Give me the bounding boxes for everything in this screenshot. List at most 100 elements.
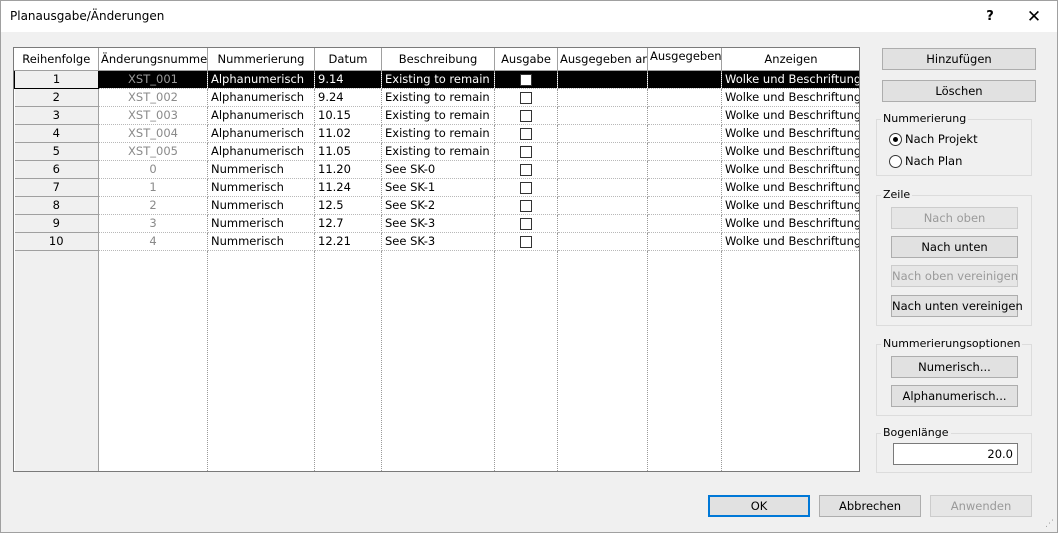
issued-checkbox[interactable] [520, 145, 532, 158]
numbering-cell[interactable]: Nummerisch [207, 178, 315, 197]
table-row[interactable]: 1 XST_001 Alphanumerisch 9.14 Existing to re… [14, 69, 859, 89]
row-header-cell[interactable]: 3 [14, 106, 99, 125]
col-header-ausgegeben-an[interactable]: Ausgegeben an [557, 48, 648, 71]
col-header-nummerierung[interactable]: Nummerierung [207, 48, 315, 71]
row-header-cell[interactable]: 10 [14, 232, 99, 251]
row-header-cell[interactable]: 9 [14, 214, 99, 233]
date-cell[interactable]: 11.24 [314, 178, 382, 197]
numbering-cell[interactable]: Alphanumerisch [207, 142, 315, 161]
issued-by-cell[interactable] [647, 124, 722, 143]
issued-checkbox-cell[interactable] [494, 124, 558, 143]
col-header-anzeigen[interactable]: Anzeigen [721, 48, 859, 71]
issued-to-cell[interactable] [557, 106, 648, 125]
issued-to-cell[interactable] [557, 178, 648, 197]
help-button[interactable]: ? [976, 6, 1004, 28]
merge-down-button[interactable]: Nach unten vereinigen [891, 295, 1023, 317]
issued-by-cell[interactable] [647, 214, 722, 233]
row-header-cell[interactable]: 6 [14, 160, 99, 179]
show-cell[interactable]: Wolke und Beschriftung [721, 214, 859, 233]
date-cell[interactable]: 11.05 [314, 142, 382, 161]
show-cell[interactable]: Wolke und Beschriftung [721, 178, 859, 197]
cancel-button[interactable]: Abbrechen [819, 495, 921, 517]
table-row[interactable]: 4 XST_004 Alphanumerisch 11.02 Existing to r… [14, 124, 859, 143]
merge-up-button[interactable]: Nach oben vereinigen [891, 265, 1018, 287]
col-header-aenderungsnummer[interactable]: Änderungsnummer [98, 48, 208, 71]
radio-by-project-indicator[interactable] [889, 132, 902, 146]
issued-by-cell[interactable] [647, 106, 722, 125]
col-header-beschreibung[interactable]: Beschreibung [381, 48, 495, 71]
revision-number-cell[interactable]: XST_003 [98, 106, 208, 125]
show-cell[interactable]: Wolke und Beschriftung [721, 196, 859, 215]
date-cell[interactable]: 12.5 [314, 196, 382, 215]
col-header-ausgegeben[interactable]: Ausgegeben [647, 48, 722, 71]
row-header-cell[interactable]: 2 [14, 88, 99, 107]
ok-button[interactable]: OK [708, 495, 810, 517]
move-down-button[interactable]: Nach unten [891, 236, 1018, 258]
issued-to-cell[interactable] [557, 214, 648, 233]
revision-number-cell[interactable]: XST_002 [98, 88, 208, 107]
col-header-datum[interactable]: Datum [314, 48, 382, 71]
issued-checkbox-cell[interactable] [494, 196, 558, 215]
numbering-cell[interactable]: Nummerisch [207, 160, 315, 179]
date-cell[interactable]: 10.15 [314, 106, 382, 125]
revision-number-cell[interactable]: XST_001 [98, 70, 208, 89]
table-row[interactable]: 6 0 Nummerisch 11.20 See SK-0 Wolke und Besch… [14, 160, 859, 179]
numbering-cell[interactable]: Alphanumerisch [207, 70, 315, 89]
row-header-cell[interactable]: 7 [14, 178, 99, 197]
issued-checkbox-cell[interactable] [494, 178, 558, 197]
issued-checkbox-cell[interactable] [494, 232, 558, 251]
issued-checkbox[interactable] [520, 181, 532, 194]
description-cell[interactable]: Existing to remain [381, 142, 495, 161]
arc-length-input[interactable]: 20.0 [893, 443, 1018, 465]
numbering-cell[interactable]: Nummerisch [207, 214, 315, 233]
row-header-cell[interactable]: 5 [14, 142, 99, 161]
radio-by-project[interactable]: Nach Projekt [889, 132, 978, 146]
issued-by-cell[interactable] [647, 70, 722, 89]
alphanumeric-options-button[interactable]: Alphanumerisch... [891, 385, 1018, 407]
issued-to-cell[interactable] [557, 196, 648, 215]
delete-button[interactable]: Löschen [882, 80, 1036, 102]
close-icon[interactable]: ✕ [1020, 6, 1048, 28]
row-header-cell[interactable]: 4 [14, 124, 99, 143]
revision-number-cell[interactable]: XST_004 [98, 124, 208, 143]
description-cell[interactable]: See SK-2 [381, 196, 495, 215]
table-row[interactable]: 2 XST_002 Alphanumerisch 9.24 Existing to re… [14, 88, 859, 107]
description-cell[interactable]: See SK-3 [381, 232, 495, 251]
show-cell[interactable]: Wolke und Beschriftung [721, 160, 859, 179]
row-header-cell[interactable]: 1 [14, 69, 99, 89]
revision-number-cell[interactable]: 2 [98, 196, 208, 215]
description-cell[interactable]: See SK-3 [381, 214, 495, 233]
issued-by-cell[interactable] [647, 196, 722, 215]
issued-checkbox-cell[interactable] [494, 106, 558, 125]
add-button[interactable]: Hinzufügen [882, 48, 1036, 70]
issued-to-cell[interactable] [557, 88, 648, 107]
issued-checkbox[interactable] [520, 91, 532, 104]
date-cell[interactable]: 9.24 [314, 88, 382, 107]
apply-button[interactable]: Anwenden [930, 495, 1032, 517]
revisions-grid[interactable]: Reihenfolge Änderungsnummer Nummerierung… [13, 47, 860, 472]
issued-by-cell[interactable] [647, 88, 722, 107]
issued-to-cell[interactable] [557, 124, 648, 143]
show-cell[interactable]: Wolke und Beschriftung [721, 124, 859, 143]
revision-number-cell[interactable]: 0 [98, 160, 208, 179]
issued-checkbox[interactable] [520, 163, 532, 176]
numbering-cell[interactable]: Alphanumerisch [207, 106, 315, 125]
numbering-cell[interactable]: Alphanumerisch [207, 124, 315, 143]
description-cell[interactable]: See SK-1 [381, 178, 495, 197]
revision-number-cell[interactable]: 1 [98, 178, 208, 197]
radio-by-sheet-indicator[interactable] [889, 154, 902, 168]
table-row[interactable]: 10 4 Nummerisch 12.21 See SK-3 Wolke und Besc… [14, 232, 859, 251]
numeric-options-button[interactable]: Numerisch... [891, 356, 1018, 378]
numbering-cell[interactable]: Alphanumerisch [207, 88, 315, 107]
show-cell[interactable]: Wolke und Beschriftung [721, 106, 859, 125]
description-cell[interactable]: See SK-0 [381, 160, 495, 179]
description-cell[interactable]: Existing to remain [381, 88, 495, 107]
issued-checkbox-cell[interactable] [494, 142, 558, 161]
table-row[interactable]: 9 3 Nummerisch 12.7 See SK-3 Wolke und Beschr… [14, 214, 859, 233]
issued-checkbox-cell[interactable] [494, 214, 558, 233]
issued-by-cell[interactable] [647, 142, 722, 161]
date-cell[interactable]: 12.7 [314, 214, 382, 233]
description-cell[interactable]: Existing to remain [381, 106, 495, 125]
resize-grip-icon[interactable]: ⋰ [1045, 520, 1054, 529]
radio-by-sheet[interactable]: Nach Plan [889, 154, 962, 168]
